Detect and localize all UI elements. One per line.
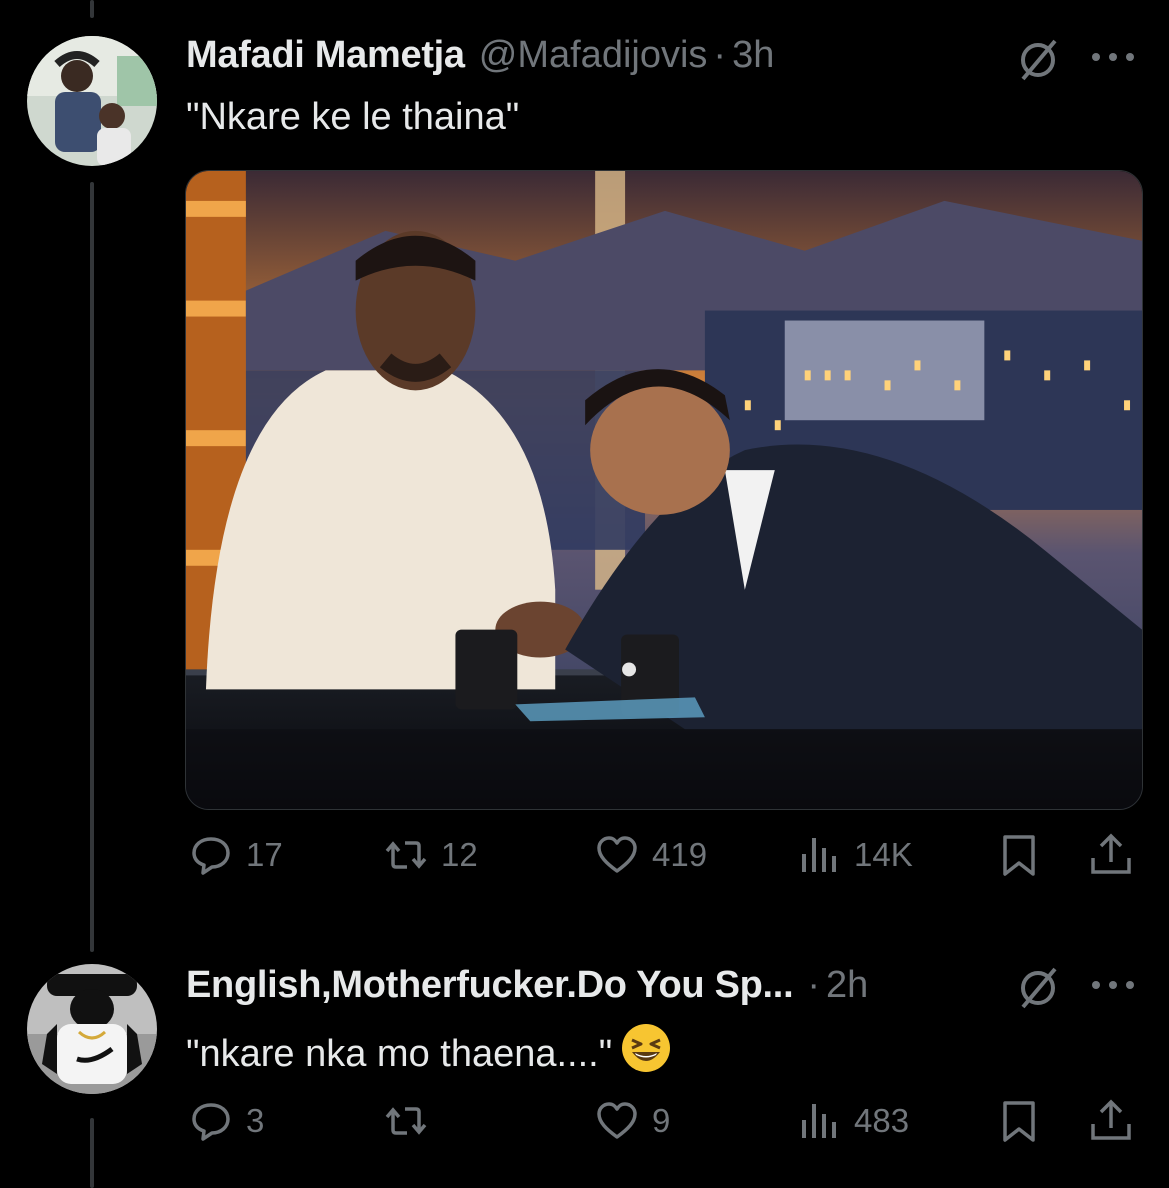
views-icon bbox=[802, 1104, 836, 1138]
tweet-1[interactable]: Mafadi Mametja @Mafadijovis · 3h "Nkare … bbox=[0, 0, 1169, 930]
photo-image bbox=[186, 171, 1142, 809]
avatar[interactable] bbox=[27, 964, 157, 1094]
share-button[interactable] bbox=[1088, 832, 1134, 883]
avatar-image bbox=[27, 964, 157, 1094]
like-count: 9 bbox=[652, 1102, 671, 1139]
reply-button[interactable]: 17 bbox=[188, 832, 283, 878]
bookmark-icon bbox=[1003, 835, 1035, 876]
views-icon bbox=[802, 838, 836, 872]
views-button[interactable]: 14K bbox=[796, 832, 913, 878]
views-button[interactable]: 483 bbox=[796, 1098, 909, 1144]
separator: · bbox=[807, 964, 820, 1006]
tweet-text: "Nkare ke le thaina" bbox=[186, 96, 520, 138]
grok-icon[interactable] bbox=[1015, 965, 1061, 1011]
retweet-button[interactable] bbox=[383, 1098, 441, 1144]
retweet-count: 12 bbox=[441, 836, 478, 873]
author-name[interactable]: Mafadi Mametja bbox=[186, 34, 465, 77]
tweet-header: English,Motherfucker.Do You Sp... · 2h bbox=[186, 964, 868, 1007]
tweet-text-content: "nkare nka mo thaena...." bbox=[186, 1033, 613, 1075]
tweet-actions: 17 12 419 14K bbox=[0, 832, 1169, 892]
avatar-image bbox=[27, 36, 157, 166]
reply-icon bbox=[192, 1103, 230, 1141]
retweet-icon bbox=[385, 1107, 427, 1135]
tweet-text: "nkare nka mo thaena...." bbox=[186, 1022, 672, 1076]
like-count: 419 bbox=[652, 836, 708, 873]
tweet-photo[interactable] bbox=[185, 170, 1143, 810]
like-button[interactable]: 419 bbox=[594, 832, 707, 878]
share-button[interactable] bbox=[1088, 1098, 1134, 1149]
heart-icon bbox=[597, 836, 637, 873]
more-icon[interactable] bbox=[1088, 47, 1138, 67]
views-count: 483 bbox=[854, 1102, 910, 1139]
more-icon[interactable] bbox=[1088, 975, 1138, 995]
share-icon bbox=[1091, 1099, 1131, 1140]
bookmark-button[interactable] bbox=[996, 1098, 1042, 1149]
share-icon bbox=[1091, 833, 1131, 874]
separator: · bbox=[713, 34, 727, 76]
grinning-squinting-face-emoji bbox=[620, 1022, 672, 1074]
reply-count: 3 bbox=[246, 1102, 265, 1139]
timestamp[interactable]: 2h bbox=[826, 964, 868, 1007]
reply-icon bbox=[192, 837, 230, 875]
heart-icon bbox=[597, 1102, 637, 1139]
grok-icon[interactable] bbox=[1015, 37, 1061, 83]
bookmark-button[interactable] bbox=[996, 832, 1042, 883]
author-name[interactable]: English,Motherfucker.Do You Sp... bbox=[186, 964, 794, 1007]
tweet-actions: 3 9 483 bbox=[0, 1098, 1169, 1158]
avatar[interactable] bbox=[27, 36, 157, 166]
views-count: 14K bbox=[854, 836, 913, 873]
author-handle[interactable]: @Mafadijovis bbox=[479, 34, 708, 77]
retweet-icon bbox=[385, 841, 427, 869]
bookmark-icon bbox=[1003, 1101, 1035, 1142]
reply-count: 17 bbox=[246, 836, 283, 873]
tweet-header: Mafadi Mametja @Mafadijovis · 3h bbox=[186, 34, 774, 77]
retweet-button[interactable]: 12 bbox=[383, 832, 478, 878]
timestamp[interactable]: 3h bbox=[732, 34, 774, 77]
tweet-2[interactable]: English,Motherfucker.Do You Sp... · 2h "… bbox=[0, 930, 1169, 1188]
reply-button[interactable]: 3 bbox=[188, 1098, 264, 1144]
like-button[interactable]: 9 bbox=[594, 1098, 670, 1144]
